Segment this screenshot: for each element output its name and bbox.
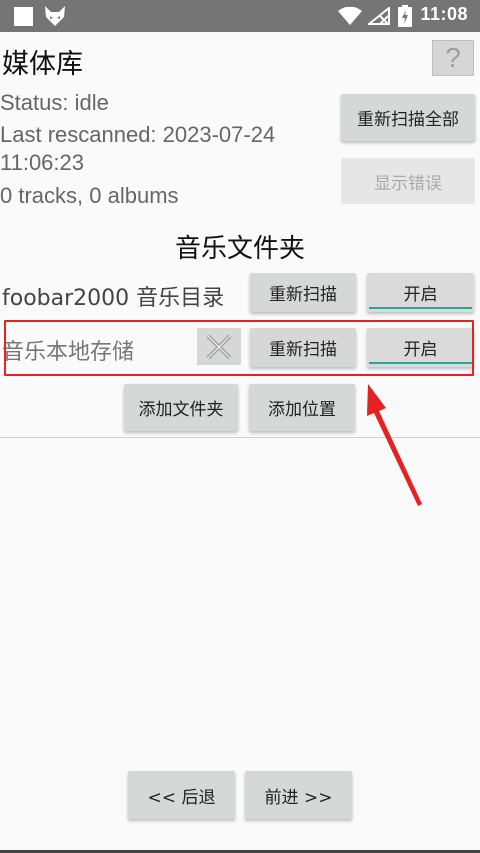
- fox-app-icon: [45, 6, 65, 26]
- status-text: Status: idle: [0, 90, 109, 115]
- last-rescanned-text: Last rescanned: 2023-07-24: [0, 122, 276, 147]
- highlight-box: [4, 320, 474, 376]
- show-errors-button[interactable]: 显示错误: [341, 158, 475, 204]
- toggle-label: 开启: [403, 285, 438, 305]
- toggle-indicator: [369, 307, 472, 309]
- rescan-all-button[interactable]: 重新扫描全部: [341, 94, 475, 141]
- app-square-icon: [14, 7, 33, 26]
- help-icon: ?: [445, 42, 461, 73]
- page-title: 媒体库: [2, 49, 83, 80]
- annotation-arrow: [367, 384, 422, 506]
- add-location-button[interactable]: 添加位置: [249, 384, 355, 431]
- folder-name-foobar: foobar2000 音乐目录: [2, 286, 225, 311]
- back-button[interactable]: << 后退: [128, 771, 235, 819]
- next-button[interactable]: 前进 >>: [245, 771, 352, 819]
- enable-toggle-button[interactable]: 开启: [367, 273, 474, 312]
- last-rescanned-time: 11:06:23: [0, 150, 85, 175]
- music-folders-heading: 音乐文件夹: [174, 234, 305, 264]
- clock: 11:08: [420, 4, 468, 24]
- wifi-icon: [338, 7, 362, 25]
- help-button[interactable]: ?: [432, 40, 474, 76]
- battery-charging-icon: [398, 5, 412, 27]
- rescan-folder-button[interactable]: 重新扫描: [250, 273, 356, 312]
- status-bar: 11:08: [0, 0, 480, 32]
- library-counts: 0 tracks, 0 albums: [0, 183, 179, 208]
- no-signal-icon: [368, 7, 390, 25]
- add-folder-button[interactable]: 添加文件夹: [124, 384, 238, 431]
